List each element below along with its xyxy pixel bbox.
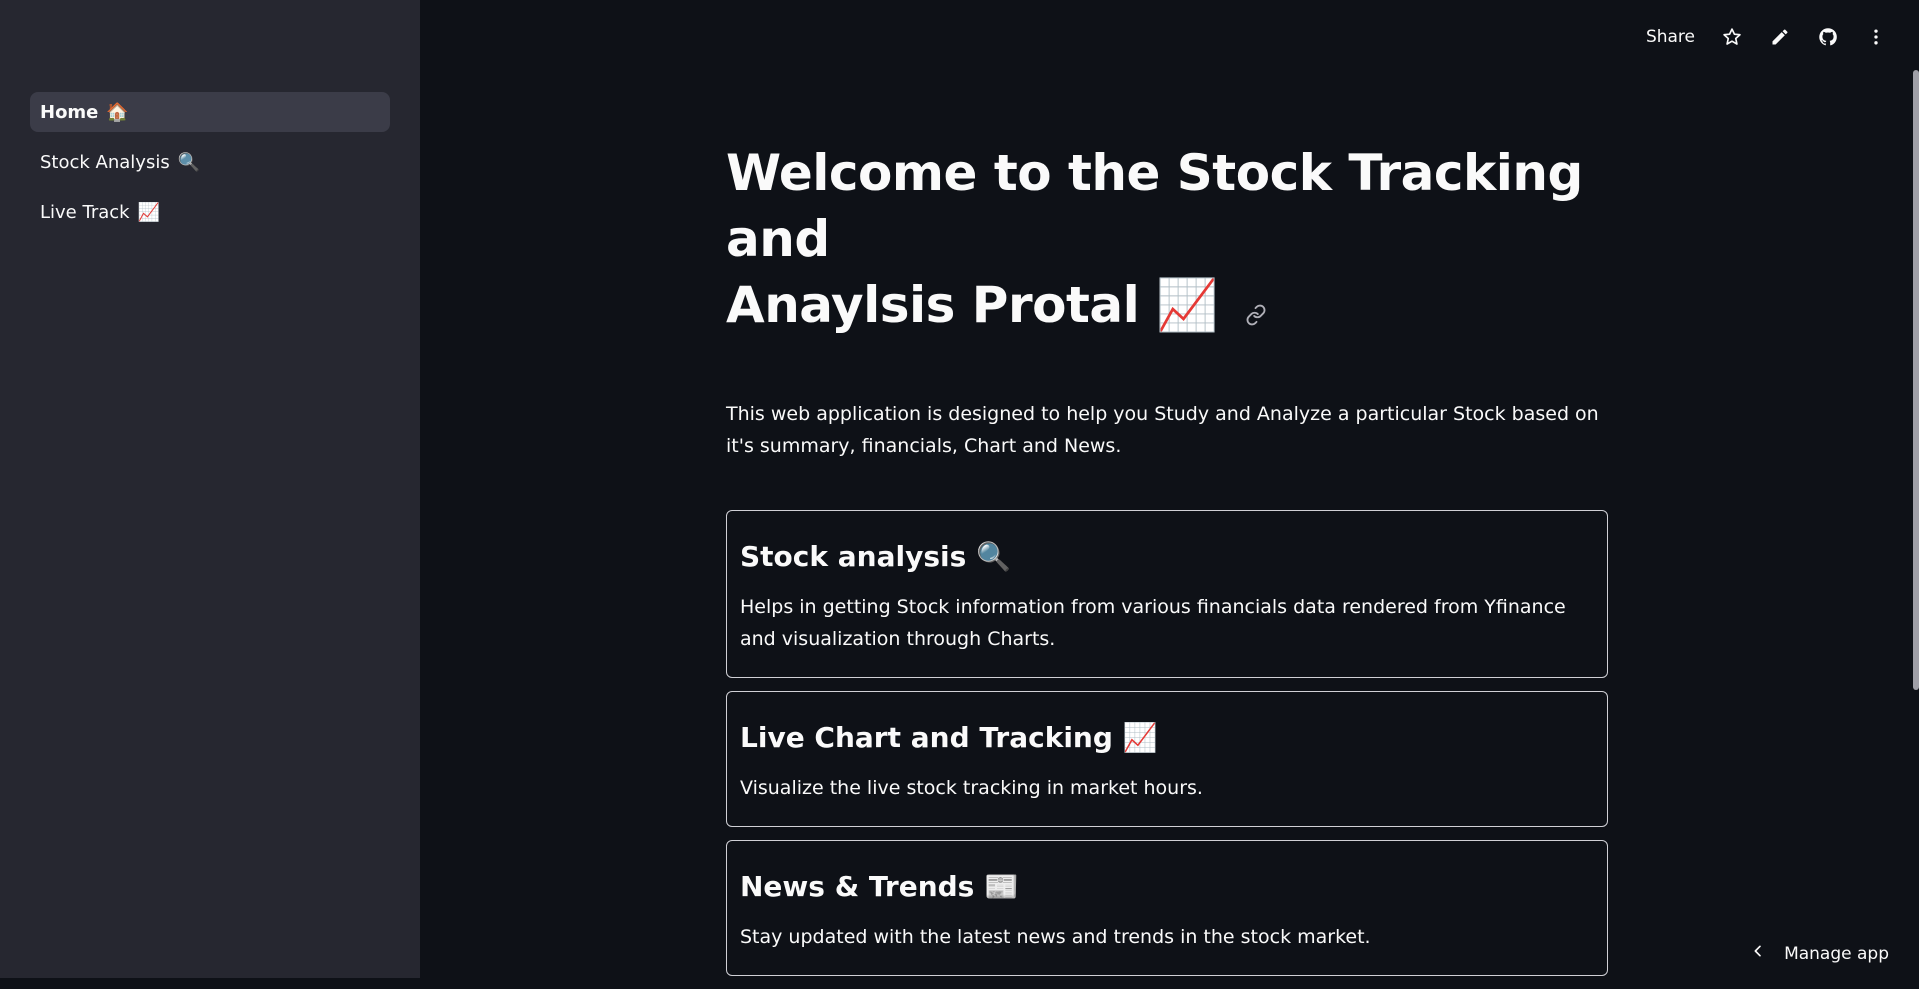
newspaper-icon: 📰 (984, 869, 1019, 903)
card-title: Live Chart and Tracking 📈 (740, 718, 1594, 758)
main-area: Share Welcome to the Stock Tracking and … (420, 0, 1919, 978)
feature-card-stock-analysis: Stock analysis 🔍 Helps in getting Stock … (726, 509, 1608, 678)
magnifier-icon: 🔍 (976, 539, 1011, 573)
card-description: Helps in getting Stock information from … (740, 595, 1566, 650)
magnifier-icon: 🔍 (177, 151, 201, 173)
pencil-icon[interactable] (1769, 26, 1791, 48)
card-title-text: Stock analysis (740, 539, 967, 573)
feature-cards: Stock analysis 🔍 Helps in getting Stock … (726, 509, 1608, 976)
sidebar-item-label: Stock Analysis (40, 151, 170, 173)
page-title-line-1: Welcome to the Stock Tracking and (726, 144, 1583, 268)
sidebar-item-label: Home (40, 101, 99, 123)
manage-app-button[interactable]: Manage app (1750, 943, 1889, 964)
card-title-text: News & Trends (740, 869, 975, 903)
manage-app-label: Manage app (1784, 943, 1889, 964)
sidebar: Home 🏠 Stock Analysis 🔍 Live Track 📈 (0, 0, 420, 978)
share-button[interactable]: Share (1646, 27, 1695, 47)
more-vertical-icon[interactable] (1865, 26, 1887, 48)
sidebar-item-stock-analysis[interactable]: Stock Analysis 🔍 (30, 142, 390, 182)
page-title: Welcome to the Stock Tracking and Anayls… (726, 140, 1608, 342)
scrollbar[interactable] (1913, 70, 1919, 690)
link-icon[interactable] (1245, 276, 1267, 342)
page-title-line-2: Anaylsis Protal (726, 276, 1140, 334)
chart-increasing-icon: 📈 (1156, 276, 1218, 334)
chart-increasing-icon: 📈 (137, 201, 160, 223)
main-content: Welcome to the Stock Tracking and Anayls… (726, 140, 1608, 989)
card-title: Stock analysis 🔍 (740, 537, 1594, 577)
card-description: Stay updated with the latest news and tr… (740, 925, 1371, 948)
card-description: Visualize the live stock tracking in mar… (740, 776, 1203, 799)
chevron-left-icon (1750, 943, 1766, 964)
intro-text: This web application is designed to help… (726, 402, 1599, 457)
sidebar-item-live-track[interactable]: Live Track 📈 (30, 192, 390, 232)
sidebar-item-home[interactable]: Home 🏠 (30, 92, 390, 132)
chart-increasing-icon: 📈 (1122, 720, 1158, 754)
card-title-text: Live Chart and Tracking (740, 720, 1113, 754)
card-title: News & Trends 📰 (740, 867, 1594, 907)
toolbar: Share (1646, 26, 1887, 48)
feature-card-news-trends: News & Trends 📰 Stay updated with the la… (726, 839, 1608, 976)
feature-card-live-chart: Live Chart and Tracking 📈 Visualize the … (726, 690, 1608, 827)
star-icon[interactable] (1721, 26, 1743, 48)
github-icon[interactable] (1817, 26, 1839, 48)
sidebar-item-label: Live Track (40, 201, 130, 223)
house-icon: 🏠 (106, 101, 129, 123)
